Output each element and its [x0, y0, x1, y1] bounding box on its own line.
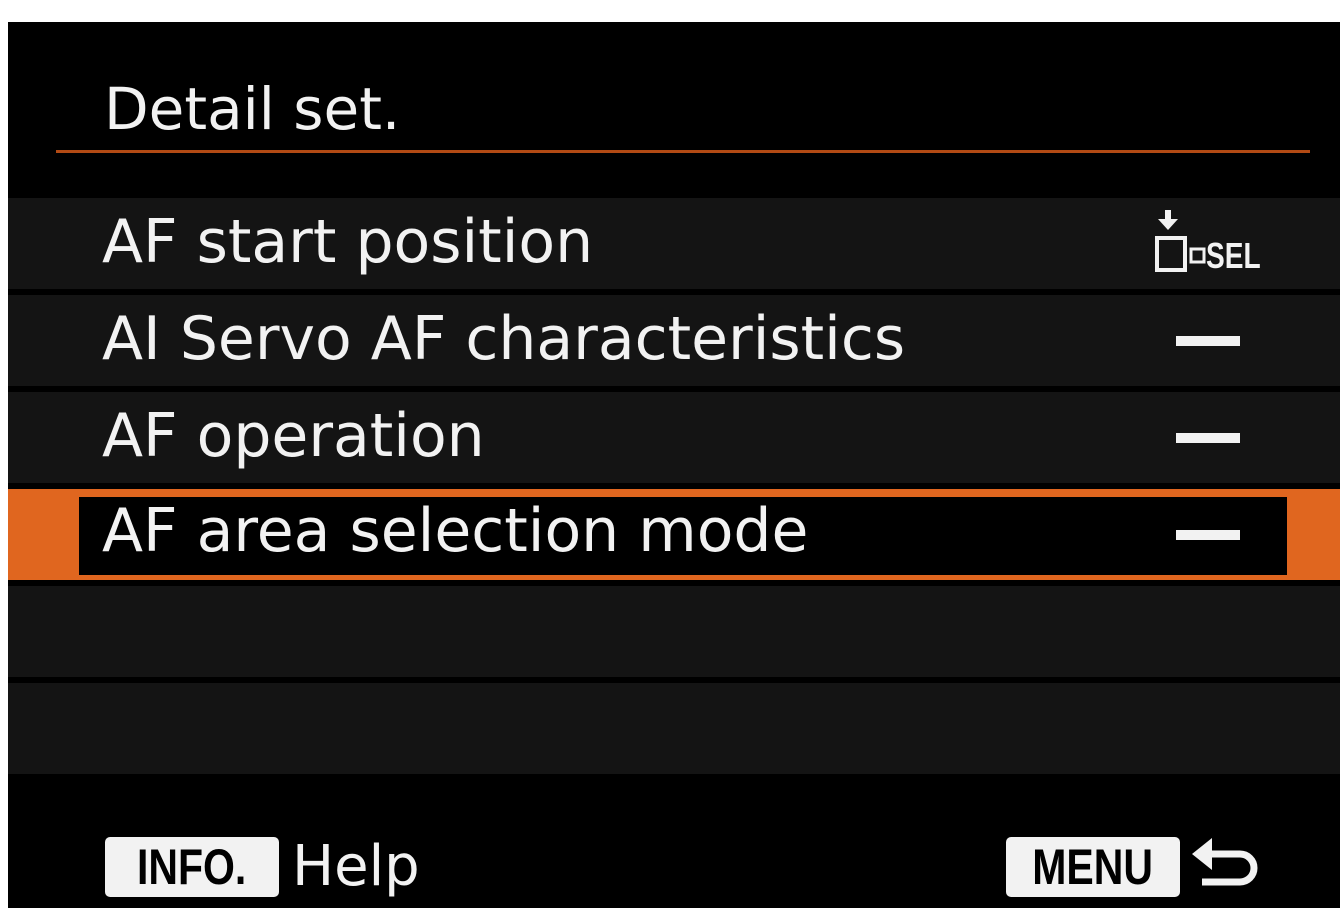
info-badge-label: INFO. — [137, 839, 247, 895]
camera-menu-screen: Detail set. AF start position SEL AI Ser… — [8, 22, 1340, 908]
menu-row-label: AF area selection mode — [102, 496, 809, 566]
footer-bar: INFO. Help MENU — [8, 794, 1340, 908]
settings-list: AF start position SEL AI Servo AF charac… — [8, 198, 1340, 780]
af-point-arrow-icon — [1155, 210, 1206, 272]
page-title: Detail set. — [104, 75, 401, 143]
dash-icon — [1176, 433, 1240, 443]
menu-button[interactable]: MENU — [1006, 837, 1180, 897]
sel-label: SEL — [1206, 235, 1261, 276]
help-label: Help — [292, 834, 420, 899]
dash-icon — [1176, 336, 1240, 346]
empty-row — [8, 683, 1340, 774]
menu-row-af-start-position[interactable]: AF start position SEL — [8, 198, 1340, 289]
info-button[interactable]: INFO. — [105, 837, 279, 897]
empty-row — [8, 586, 1340, 677]
menu-row-af-area-selection-mode[interactable]: AF area selection mode — [8, 489, 1340, 580]
menu-row-label: AF start position — [102, 207, 594, 277]
menu-row-ai-servo-af-characteristics[interactable]: AI Servo AF characteristics — [8, 295, 1340, 386]
return-arrow-icon[interactable] — [1188, 834, 1264, 900]
menu-row-label: AI Servo AF characteristics — [102, 304, 906, 374]
dash-icon — [1176, 530, 1240, 540]
menu-badge-label: MENU — [1032, 839, 1154, 895]
menu-row-af-operation[interactable]: AF operation — [8, 392, 1340, 483]
af-point-select-sel-icon: SEL — [1142, 206, 1282, 282]
menu-row-label: AF operation — [102, 401, 485, 471]
title-divider — [56, 150, 1310, 153]
